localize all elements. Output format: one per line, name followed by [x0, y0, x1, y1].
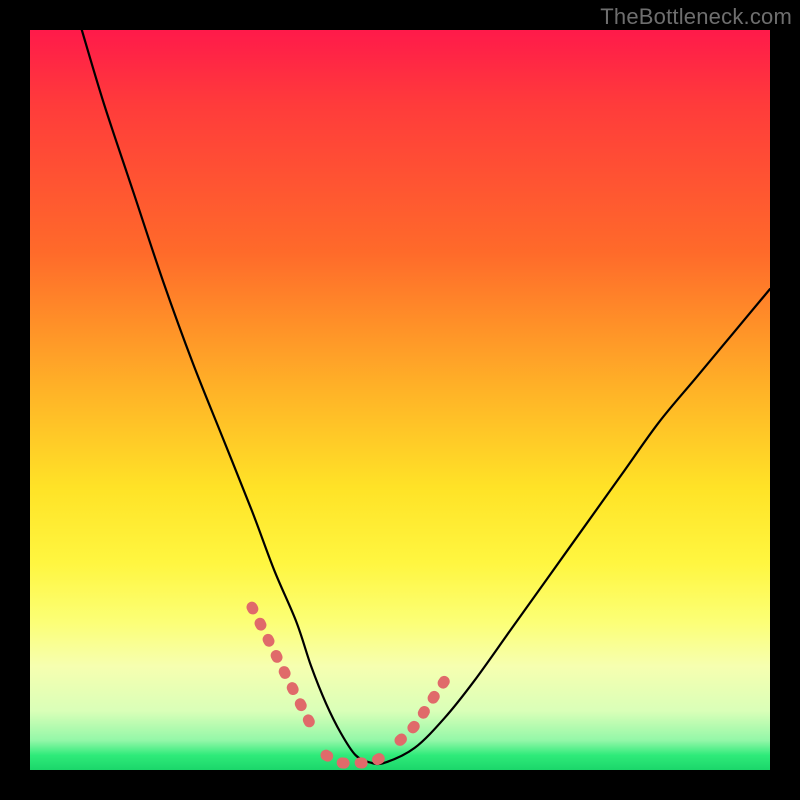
curve-layer [30, 30, 770, 770]
watermark-label: TheBottleneck.com [600, 4, 792, 30]
chart-frame: TheBottleneck.com [0, 0, 800, 800]
highlight-segment [400, 681, 444, 740]
bottleneck-curve [82, 30, 770, 764]
highlight-segments [252, 607, 444, 763]
highlight-segment [252, 607, 311, 725]
plot-area [30, 30, 770, 770]
